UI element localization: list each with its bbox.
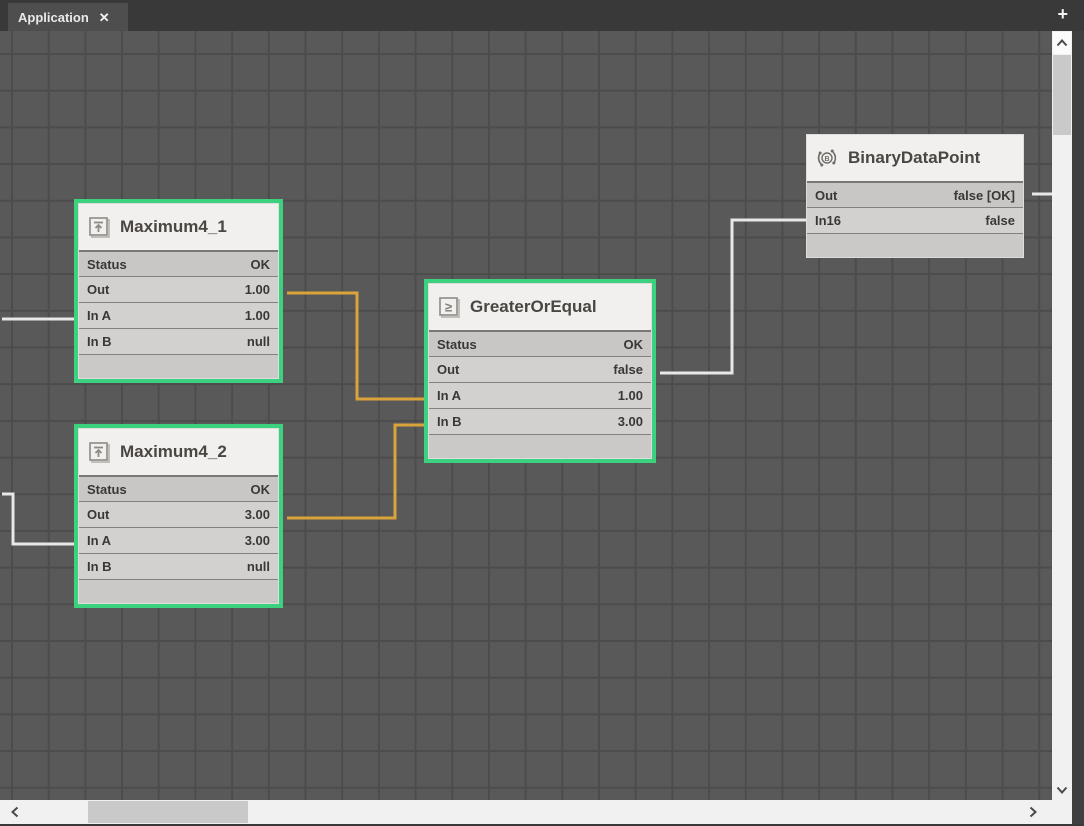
add-tab-button[interactable]: + — [1057, 4, 1068, 25]
vertical-scrollbar[interactable] — [1052, 31, 1072, 826]
vertical-scrollbar-thumb[interactable] — [1053, 55, 1071, 135]
row-label: Status — [87, 482, 127, 497]
binary-data-point-icon: B — [816, 147, 838, 169]
row-label: Status — [437, 337, 477, 352]
node-title: BinaryDataPoint — [848, 148, 980, 168]
node-body: B BinaryDataPoint Out false [OK] In — [806, 134, 1024, 258]
node-row-out[interactable]: Out 3.00 — [79, 501, 278, 527]
horizontal-scrollbar[interactable] — [0, 800, 1052, 824]
row-label: Out — [87, 507, 109, 522]
svg-text:B: B — [824, 156, 829, 163]
row-label: In A — [87, 308, 111, 323]
greater-or-equal-icon: ≥ — [438, 296, 460, 318]
node-footer — [429, 434, 651, 458]
wire-maximum4_1-out-to-greaterorequal-inA[interactable] — [287, 293, 428, 399]
row-label: Out — [437, 362, 459, 377]
row-value: 3.00 — [618, 414, 643, 429]
node-binarydatapoint[interactable]: B BinaryDataPoint Out false [OK] In — [802, 130, 1028, 262]
node-row-inB[interactable]: In B null — [79, 328, 278, 354]
node-row-inA[interactable]: In A 3.00 — [79, 527, 278, 553]
node-row-out[interactable]: Out false — [429, 356, 651, 382]
chevron-left-icon — [11, 806, 19, 818]
node-title: Maximum4_2 — [120, 442, 227, 462]
wire-left-to-maximum4_2-inA[interactable] — [2, 494, 78, 544]
row-label: In16 — [815, 213, 841, 228]
node-body: Maximum4_1 Status OK Out 1.00 In A 1.00 … — [78, 203, 279, 379]
row-value: false — [613, 362, 643, 377]
row-label: Out — [815, 188, 837, 203]
row-value: 1.00 — [245, 308, 270, 323]
wire-maximum4_2-out-to-greaterorequal-inB[interactable] — [287, 425, 428, 518]
node-row-status[interactable]: Status OK — [79, 250, 278, 276]
chevron-up-icon — [1056, 39, 1068, 47]
node-footer — [807, 233, 1023, 257]
scroll-up-button[interactable] — [1053, 32, 1071, 54]
row-label: In A — [87, 533, 111, 548]
node-footer — [79, 579, 278, 603]
row-value: OK — [624, 337, 644, 352]
wire-greaterorequal-out-to-binarydatapoint-in16[interactable] — [660, 220, 806, 373]
tab-close-icon[interactable]: ✕ — [99, 11, 110, 24]
scroll-right-button[interactable] — [1020, 801, 1046, 823]
row-label: In B — [437, 414, 462, 429]
right-margin — [1072, 31, 1084, 826]
chevron-down-icon — [1056, 786, 1068, 794]
row-label: Out — [87, 282, 109, 297]
node-maximum4_1[interactable]: Maximum4_1 Status OK Out 1.00 In A 1.00 … — [74, 199, 283, 383]
scrollbar-corner — [1052, 800, 1072, 824]
row-value: OK — [251, 257, 271, 272]
row-label: In A — [437, 388, 461, 403]
tab-bar: Application ✕ + — [0, 0, 1084, 31]
maximum-icon — [88, 216, 110, 238]
scroll-down-button[interactable] — [1053, 779, 1071, 801]
wire-sheet-editor: Application ✕ + — [0, 0, 1084, 826]
wire-sheet-canvas[interactable]: Maximum4_1 Status OK Out 1.00 In A 1.00 … — [0, 31, 1052, 800]
tab-application[interactable]: Application ✕ — [8, 3, 128, 31]
node-row-inB[interactable]: In B 3.00 — [429, 408, 651, 434]
row-value: 3.00 — [245, 507, 270, 522]
row-value: false — [985, 213, 1015, 228]
node-header[interactable]: Maximum4_2 — [79, 429, 278, 475]
row-label: Status — [87, 257, 127, 272]
node-body: Maximum4_2 Status OK Out 3.00 In A 3.00 … — [78, 428, 279, 604]
row-label: In B — [87, 559, 112, 574]
row-value: 1.00 — [245, 282, 270, 297]
horizontal-scrollbar-thumb[interactable] — [88, 801, 248, 823]
node-row-out[interactable]: Out 1.00 — [79, 276, 278, 302]
row-value: OK — [251, 482, 271, 497]
node-row-status[interactable]: Status OK — [429, 330, 651, 356]
node-header[interactable]: ≥ GreaterOrEqual — [429, 284, 651, 330]
row-value: null — [247, 559, 270, 574]
svg-text:≥: ≥ — [445, 300, 452, 315]
node-row-out[interactable]: Out false [OK] — [807, 181, 1023, 207]
node-greaterorequal[interactable]: ≥ GreaterOrEqual Status OK Out false In … — [424, 279, 656, 463]
chevron-right-icon — [1029, 806, 1037, 818]
row-value: 1.00 — [618, 388, 643, 403]
row-value: 3.00 — [245, 533, 270, 548]
node-maximum4_2[interactable]: Maximum4_2 Status OK Out 3.00 In A 3.00 … — [74, 424, 283, 608]
scroll-left-button[interactable] — [2, 801, 28, 823]
node-title: Maximum4_1 — [120, 217, 227, 237]
row-value: null — [247, 334, 270, 349]
node-header[interactable]: Maximum4_1 — [79, 204, 278, 250]
node-title: GreaterOrEqual — [470, 297, 597, 317]
node-body: ≥ GreaterOrEqual Status OK Out false In … — [428, 283, 652, 459]
row-label: In B — [87, 334, 112, 349]
row-value: false [OK] — [954, 188, 1015, 203]
node-row-in16[interactable]: In16 false — [807, 207, 1023, 233]
node-row-status[interactable]: Status OK — [79, 475, 278, 501]
tab-label: Application — [18, 10, 89, 25]
node-footer — [79, 354, 278, 378]
maximum-icon — [88, 441, 110, 463]
node-row-inB[interactable]: In B null — [79, 553, 278, 579]
node-row-inA[interactable]: In A 1.00 — [429, 382, 651, 408]
node-row-inA[interactable]: In A 1.00 — [79, 302, 278, 328]
node-header[interactable]: B BinaryDataPoint — [807, 135, 1023, 181]
